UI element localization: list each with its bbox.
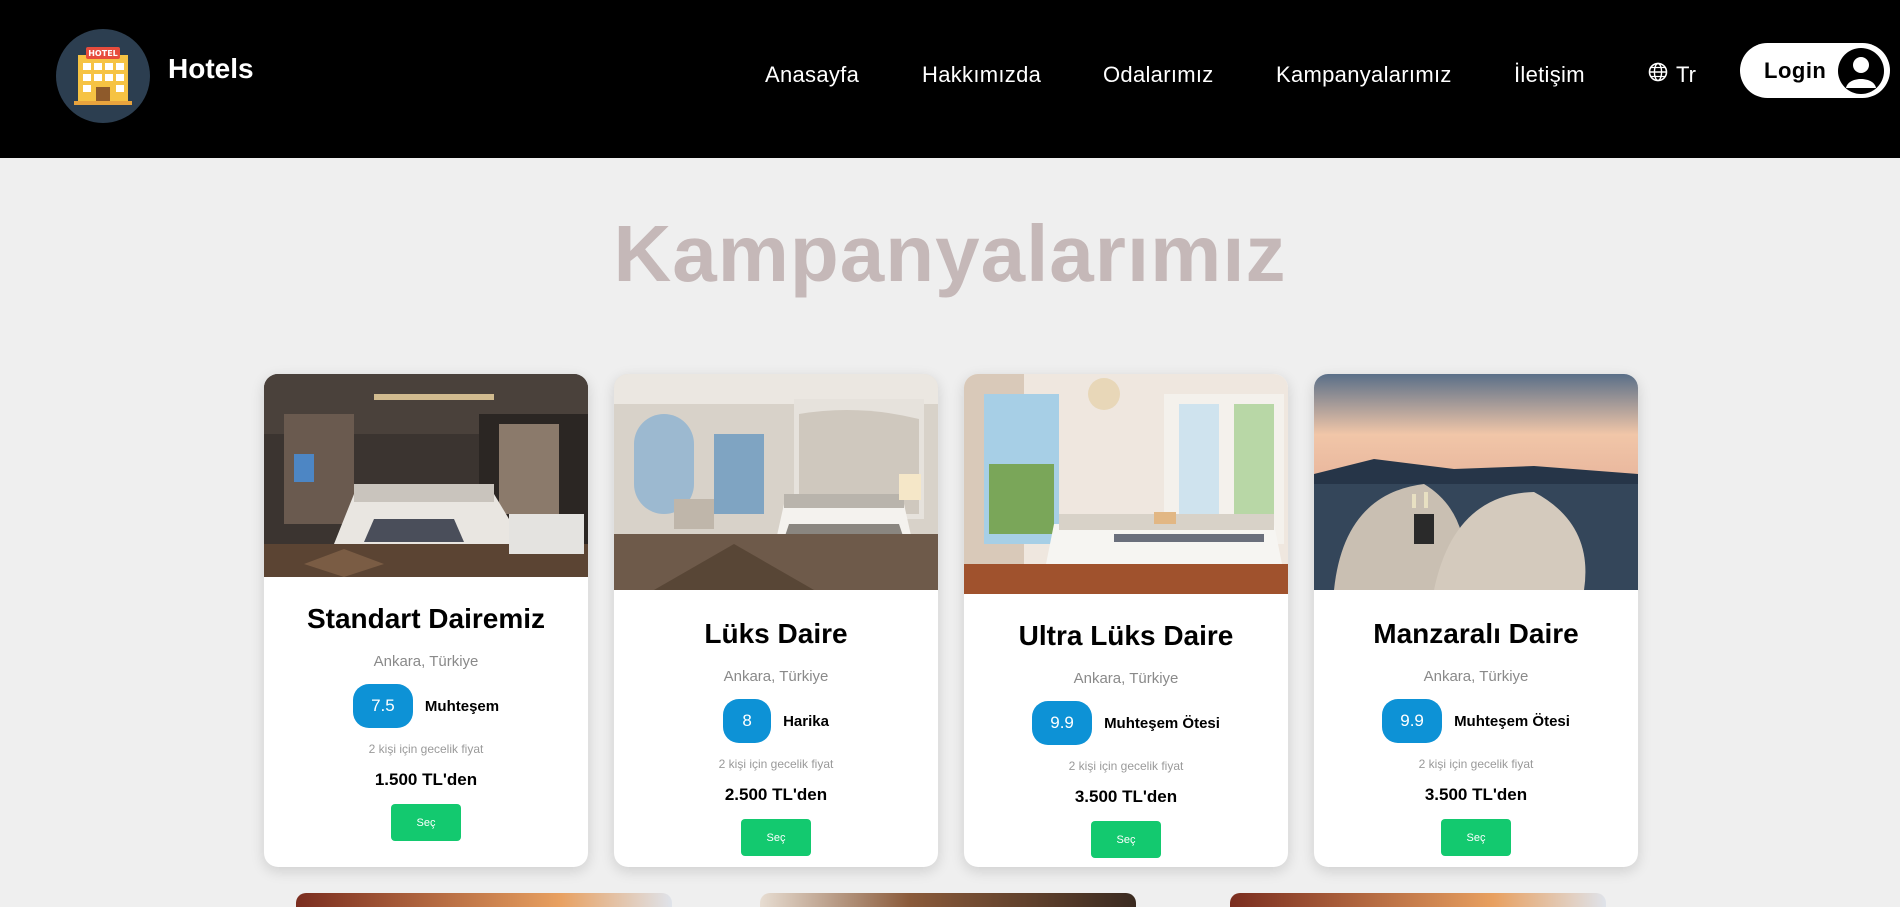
room-image <box>264 374 588 577</box>
card-title: Ultra Lüks Daire <box>1018 620 1234 651</box>
rating-badge: 7.5 <box>352 684 413 728</box>
rating-row: 9.9 Muhteşem Ötesi <box>964 701 1288 745</box>
language-label: Tr <box>1676 62 1696 87</box>
nav-link-rooms[interactable]: Odalarımız <box>1103 62 1214 88</box>
select-button[interactable]: Seç <box>1091 821 1161 858</box>
select-button[interactable]: Seç <box>1441 819 1511 856</box>
price-note: 2 kişi için gecelik fiyat <box>718 757 834 771</box>
room-card: Manzaralı Daire Ankara, Türkiye 9.9 Muht… <box>1314 374 1638 867</box>
price-note: 2 kişi için gecelik fiyat <box>368 742 484 756</box>
price-note: 2 kişi için gecelik fiyat <box>1418 757 1534 771</box>
price-note: 2 kişi için gecelik fiyat <box>1068 759 1184 773</box>
room-card: Ultra Lüks Daire Ankara, Türkiye 9.9 Muh… <box>964 374 1288 867</box>
nav-link-contact[interactable]: İletişim <box>1514 62 1585 88</box>
card-location: Ankara, Türkiye <box>373 653 479 670</box>
rating-row: 9.9 Muhteşem Ötesi <box>1314 699 1638 743</box>
room-image <box>964 374 1288 594</box>
room-image <box>614 374 938 590</box>
language-selector[interactable]: Tr <box>1648 62 1696 88</box>
room-card: Lüks Daire Ankara, Türkiye 8 Harika 2 ki… <box>614 374 938 867</box>
rating-badge: 8 <box>723 699 772 743</box>
card-price: 3.500 TL'den <box>1424 785 1528 804</box>
room-card-partial <box>1230 893 1606 907</box>
login-button[interactable]: Login <box>1740 43 1890 98</box>
rating-label: Muhteşem <box>424 697 500 715</box>
brand[interactable]: HOTEL Hotels <box>56 29 254 123</box>
card-location: Ankara, Türkiye <box>723 668 829 685</box>
login-label: Login <box>1764 57 1827 83</box>
card-location: Ankara, Türkiye <box>1423 668 1529 685</box>
rating-badge: 9.9 <box>1032 701 1093 745</box>
page-title: Kampanyalarımız <box>613 209 1287 298</box>
rating-label: Harika <box>783 712 829 730</box>
brand-name: Hotels <box>168 53 254 84</box>
nav-link-home[interactable]: Anasayfa <box>765 62 859 88</box>
rating-row: 7.5 Muhteşem <box>264 684 588 728</box>
select-button[interactable]: Seç <box>391 804 461 841</box>
card-title: Lüks Daire <box>704 618 848 649</box>
rating-row: 8 Harika <box>614 699 938 743</box>
card-price: 1.500 TL'den <box>374 770 478 789</box>
rating-label: Muhteşem Ötesi <box>1454 712 1570 730</box>
rating-label: Muhteşem Ötesi <box>1104 714 1220 732</box>
user-avatar-icon <box>1838 48 1884 94</box>
nav-link-about[interactable]: Hakkımızda <box>922 62 1041 88</box>
card-title: Manzaralı Daire <box>1373 618 1579 649</box>
card-title: Standart Dairemiz <box>306 603 546 634</box>
room-card-partial <box>296 893 672 907</box>
room-image <box>1314 374 1638 590</box>
select-button[interactable]: Seç <box>741 819 811 856</box>
nav-link-campaigns[interactable]: Kampanyalarımız <box>1276 62 1452 88</box>
card-location: Ankara, Türkiye <box>1073 670 1179 687</box>
globe-icon <box>1648 62 1668 88</box>
rating-badge: 9.9 <box>1382 699 1443 743</box>
site-header: HOTEL Hotels Anasayfa Hakkımızda Odaları… <box>0 0 1900 158</box>
card-price: 3.500 TL'den <box>1074 787 1178 806</box>
card-price: 2.500 TL'den <box>724 785 828 804</box>
room-card-partial <box>760 893 1136 907</box>
hotel-building-icon: HOTEL <box>56 29 150 123</box>
room-card: Standart Dairemiz Ankara, Türkiye 7.5 Mu… <box>264 374 588 867</box>
svg-text:HOTEL: HOTEL <box>88 49 118 58</box>
